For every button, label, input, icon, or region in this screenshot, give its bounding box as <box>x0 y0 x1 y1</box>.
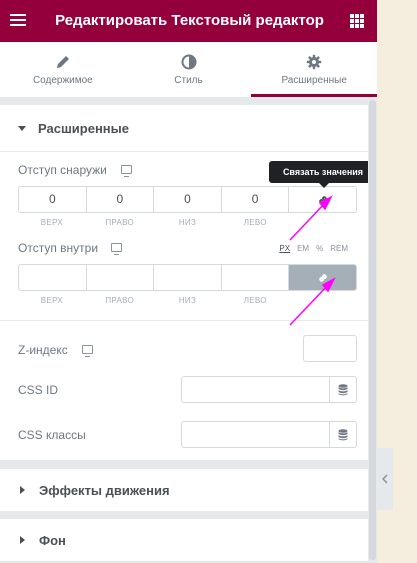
motion-effects-title: Эффекты движения <box>39 482 170 498</box>
css-id-input[interactable] <box>181 376 330 403</box>
side-label: ЛЕВО <box>243 218 267 227</box>
tab-advanced[interactable]: Расширенные <box>251 42 377 97</box>
padding-top-input[interactable] <box>19 265 87 290</box>
divider <box>0 320 368 321</box>
background-section[interactable]: Фон <box>0 519 368 561</box>
caret-down-icon <box>18 125 26 131</box>
tab-style[interactable]: Стиль <box>125 42 252 97</box>
padding-side-labels: ВЕРХ ПРАВО НИЗ ЛЕВО <box>18 296 357 305</box>
widgets-grid-icon[interactable] <box>350 14 364 28</box>
collapse-panel-button[interactable] <box>377 448 393 510</box>
monitor-icon[interactable] <box>121 165 132 177</box>
unit-rem[interactable]: REM <box>330 244 348 253</box>
chevron-left-icon <box>382 474 388 484</box>
menu-icon[interactable] <box>10 13 26 27</box>
advanced-section: Расширенные Отступ снаружи 0 0 0 0 ВЕРХ … <box>0 105 368 460</box>
link-tooltip: Связать значения <box>269 161 377 188</box>
padding-controls <box>18 264 357 291</box>
padding-label: Отступ внутри <box>18 241 99 255</box>
link-icon <box>318 273 327 282</box>
advanced-section-title: Расширенные <box>38 120 129 136</box>
css-id-label: CSS ID <box>18 383 59 397</box>
caret-right-icon <box>20 536 25 544</box>
unit-em[interactable]: EM <box>297 244 309 253</box>
database-icon <box>338 428 348 440</box>
caret-right-icon <box>20 486 25 494</box>
padding-bottom-input[interactable] <box>154 265 222 290</box>
divider <box>0 151 368 152</box>
half-circle-icon <box>181 54 196 70</box>
monitor-icon[interactable] <box>111 243 122 255</box>
link-icon <box>318 195 327 204</box>
z-index-label: Z-индекс <box>18 343 68 357</box>
side-label: ЛЕВО <box>243 296 267 305</box>
margin-bottom-input[interactable]: 0 <box>154 187 222 212</box>
margin-controls: 0 0 0 0 <box>18 186 357 213</box>
panel-title: Редактировать Текстовый редактор <box>55 12 324 29</box>
motion-effects-section[interactable]: Эффекты движения <box>0 469 368 511</box>
background-title: Фон <box>39 532 66 548</box>
side-label: НИЗ <box>178 296 197 305</box>
padding-link-button[interactable] <box>289 265 356 290</box>
tab-style-label: Стиль <box>174 75 203 86</box>
margin-left-input[interactable]: 0 <box>222 187 290 212</box>
panel-tabs: Содержимое Стиль Расширенные <box>0 42 377 97</box>
monitor-icon[interactable] <box>82 345 93 357</box>
gear-icon <box>306 54 322 70</box>
tab-content-label: Содержимое <box>32 75 93 86</box>
margin-label: Отступ снаружи <box>18 163 107 177</box>
motion-effects-header[interactable]: Эффекты движения <box>0 469 368 511</box>
margin-right-input[interactable]: 0 <box>87 187 155 212</box>
database-icon <box>338 383 348 395</box>
editor-panel: Редактировать Текстовый редактор Содержи… <box>0 0 377 563</box>
side-label: ВЕРХ <box>40 296 63 305</box>
unit-px[interactable]: PX <box>279 244 290 253</box>
unit-percent[interactable]: % <box>316 244 323 253</box>
unit-switcher: PX EM % REM <box>279 244 348 253</box>
pencil-icon <box>56 56 69 68</box>
padding-left-input[interactable] <box>222 265 290 290</box>
tab-content[interactable]: Содержимое <box>0 42 126 97</box>
scrollbar-thumb[interactable] <box>369 100 376 560</box>
margin-top-input[interactable]: 0 <box>19 187 87 212</box>
side-label: НИЗ <box>178 218 197 227</box>
tab-advanced-label: Расширенные <box>281 75 347 86</box>
dynamic-tags-button[interactable] <box>330 421 357 448</box>
margin-link-button[interactable] <box>289 187 356 212</box>
side-label: ПРАВО <box>105 296 135 305</box>
css-classes-input[interactable] <box>181 421 330 448</box>
padding-right-input[interactable] <box>87 265 155 290</box>
background-header[interactable]: Фон <box>0 519 368 561</box>
side-label: ПРАВО <box>105 218 135 227</box>
css-classes-label: CSS классы <box>18 428 86 442</box>
margin-side-labels: ВЕРХ ПРАВО НИЗ ЛЕВО <box>18 218 357 227</box>
dynamic-tags-button[interactable] <box>330 376 357 403</box>
advanced-section-header[interactable]: Расширенные <box>0 105 368 151</box>
panel-header: Редактировать Текстовый редактор <box>0 0 377 42</box>
z-index-input[interactable] <box>303 335 357 362</box>
side-label: ВЕРХ <box>40 218 63 227</box>
